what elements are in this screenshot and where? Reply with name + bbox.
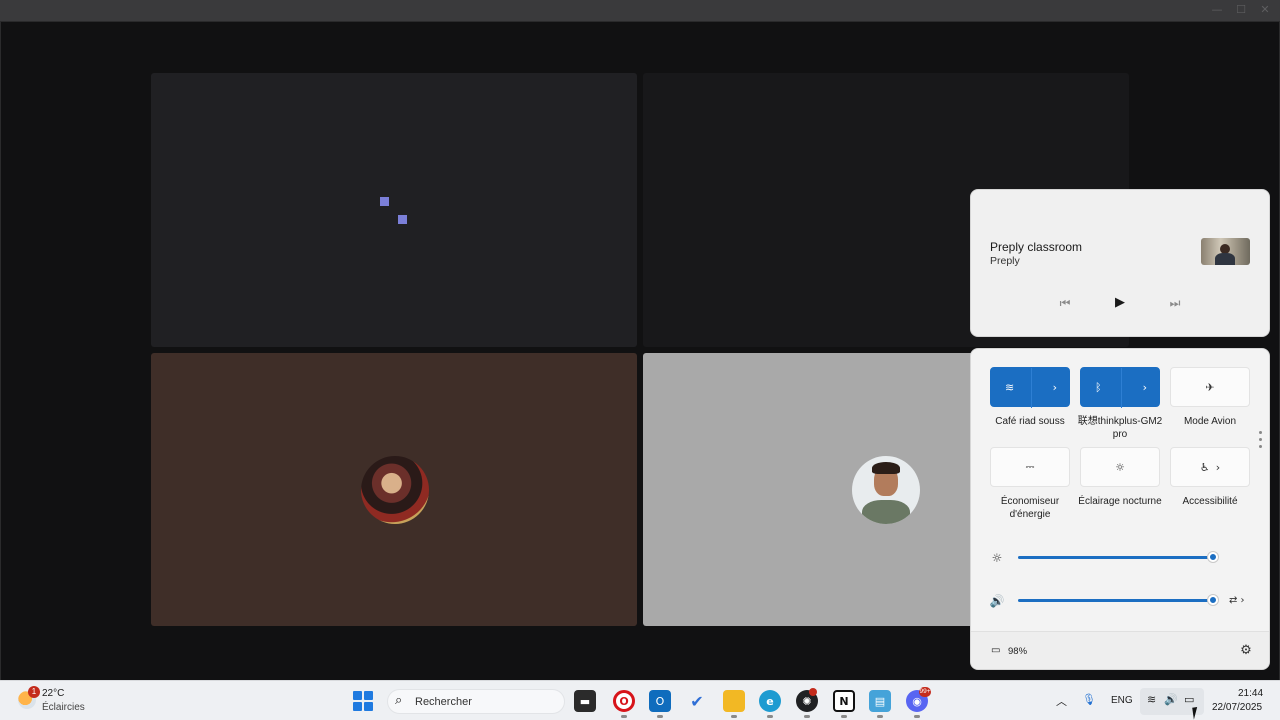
battery-percentage[interactable]: 98%: [1008, 646, 1027, 657]
weather-alert-badge: 1: [28, 686, 40, 698]
battery-saver-label: Économiseur d'énergie: [1000, 496, 1060, 520]
taskbar: 1 22°C Éclaircies ⌕ Rechercher ▬ O O ✔ ▰…: [0, 680, 1280, 720]
volume-slider-thumb[interactable]: [1208, 595, 1218, 605]
weather-widget[interactable]: 1 22°C Éclaircies: [14, 686, 104, 716]
night-light-label: Éclairage nocturne: [1078, 496, 1162, 507]
start-button[interactable]: [353, 691, 373, 711]
edge-icon[interactable]: e: [759, 690, 781, 712]
settings-gear-icon[interactable]: ⚙: [1237, 642, 1255, 660]
show-hidden-icons-chevron-icon[interactable]: ︿: [1056, 693, 1067, 709]
file-explorer-icon[interactable]: ▰: [723, 690, 745, 712]
maximize-button[interactable]: ☐: [1232, 3, 1250, 17]
discord-unread-badge: 99+: [919, 687, 931, 697]
battery-saver-icon: ⎓: [1025, 460, 1035, 473]
wifi-icon: ≋: [1005, 380, 1015, 394]
minimize-button[interactable]: —: [1208, 3, 1226, 17]
clock-time[interactable]: 21:44: [1238, 688, 1263, 699]
wifi-icon: ≋: [1147, 693, 1157, 706]
running-indicator: [731, 715, 737, 718]
accessibility-button[interactable]: ♿ ›: [1170, 447, 1250, 487]
media-title: Preply classroom: [990, 240, 1083, 254]
mouse-cursor: [1192, 706, 1204, 720]
participant-avatar: [852, 456, 920, 524]
media-source: Preply: [990, 255, 1020, 267]
search-icon: ⌕: [395, 693, 403, 708]
running-indicator: [914, 715, 920, 718]
battery-icon: ▭: [991, 645, 1001, 656]
bluetooth-icon: ᛒ: [1095, 380, 1102, 394]
microphone-icon[interactable]: 🎙: [1082, 693, 1096, 706]
weather-description: Éclaircies: [42, 702, 85, 713]
window-titlebar[interactable]: — ☐ ✕: [0, 0, 1280, 22]
opera-icon[interactable]: O: [613, 690, 635, 712]
airplane-mode-label: Mode Avion: [1183, 416, 1237, 427]
accessibility-label: Accessibilité: [1182, 496, 1238, 507]
accessibility-icon: ♿: [1199, 460, 1210, 474]
previous-track-icon[interactable]: ⏮: [1055, 293, 1075, 313]
volume-slider[interactable]: [1018, 599, 1214, 602]
running-indicator: [877, 715, 883, 718]
play-icon[interactable]: ▶: [1110, 293, 1130, 313]
battery-saver-toggle[interactable]: ⎓: [990, 447, 1070, 487]
loading-indicator: [380, 197, 389, 206]
running-indicator: [621, 715, 627, 718]
todo-icon[interactable]: ✔: [686, 690, 708, 712]
volume-icon[interactable]: 🔊: [989, 593, 1005, 609]
window-controls: — ☐ ✕: [1208, 3, 1274, 17]
night-light-icon: ☼: [1115, 460, 1125, 474]
running-indicator: [804, 715, 810, 718]
windows-logo-icon: [353, 691, 362, 700]
search-placeholder: Rechercher: [415, 696, 472, 708]
video-tile-participant[interactable]: [151, 353, 637, 626]
brightness-slider-thumb[interactable]: [1208, 552, 1218, 562]
page-scroll-indicator[interactable]: [1257, 431, 1263, 461]
media-thumbnail[interactable]: [1201, 238, 1250, 265]
airplane-icon: ✈: [1205, 380, 1215, 394]
tile-divider: [1031, 368, 1032, 408]
running-indicator: [767, 715, 773, 718]
weather-temperature: 22°C: [42, 688, 65, 699]
running-indicator: [657, 715, 663, 718]
loading-indicator: [398, 215, 407, 224]
participant-avatar: [361, 456, 429, 524]
file-explorer-dark-icon[interactable]: ▬: [574, 690, 596, 712]
volume-icon: 🔊: [1164, 693, 1178, 706]
night-light-toggle[interactable]: ☼: [1080, 447, 1160, 487]
wifi-toggle[interactable]: ≋ ›: [990, 367, 1070, 408]
rdp-icon[interactable]: ▤: [869, 690, 891, 712]
next-track-icon[interactable]: ⏭: [1165, 293, 1185, 313]
chevron-right-icon[interactable]: ›: [1053, 381, 1057, 394]
desktop: — ☐ ✕ Preply classroom Preply ⏮ ▶ ⏭ ≋ › …: [0, 0, 1280, 720]
chevron-right-icon: ›: [1215, 460, 1221, 474]
notification-dot: [809, 688, 817, 696]
avatar-body: [862, 500, 910, 524]
battery-icon: ▭: [1184, 693, 1195, 706]
tile-divider: [1121, 368, 1122, 408]
audio-output-select-button[interactable]: ⇄ ›: [1229, 593, 1253, 609]
input-language-indicator[interactable]: ENG: [1111, 695, 1133, 706]
quick-settings-footer: ▭ 98% ⚙: [971, 631, 1269, 669]
bluetooth-label: 联想thinkplus-GM2 pro: [1077, 416, 1163, 440]
avatar-hair: [872, 462, 900, 474]
media-flyout: Preply classroom Preply ⏮ ▶ ⏭: [970, 189, 1270, 337]
outlook-icon[interactable]: O: [649, 690, 671, 712]
clock-date[interactable]: 22/07/2025: [1212, 702, 1262, 713]
brightness-icon: ☼: [991, 551, 1003, 565]
quick-settings-panel: ≋ › Café riad souss ᛒ › 联想thinkplus-GM2 …: [970, 348, 1270, 670]
brightness-slider[interactable]: [1018, 556, 1214, 559]
wifi-label: Café riad souss: [995, 416, 1065, 427]
video-tile-loading[interactable]: [151, 73, 637, 347]
notion-icon[interactable]: N: [833, 690, 855, 712]
close-button[interactable]: ✕: [1256, 3, 1274, 17]
running-indicator: [841, 715, 847, 718]
bluetooth-toggle[interactable]: ᛒ ›: [1080, 367, 1160, 408]
thumbnail-person-body: [1215, 253, 1235, 265]
chevron-right-icon[interactable]: ›: [1143, 381, 1147, 394]
airplane-mode-toggle[interactable]: ✈: [1170, 367, 1250, 407]
taskbar-search-box[interactable]: ⌕ Rechercher: [387, 689, 565, 714]
